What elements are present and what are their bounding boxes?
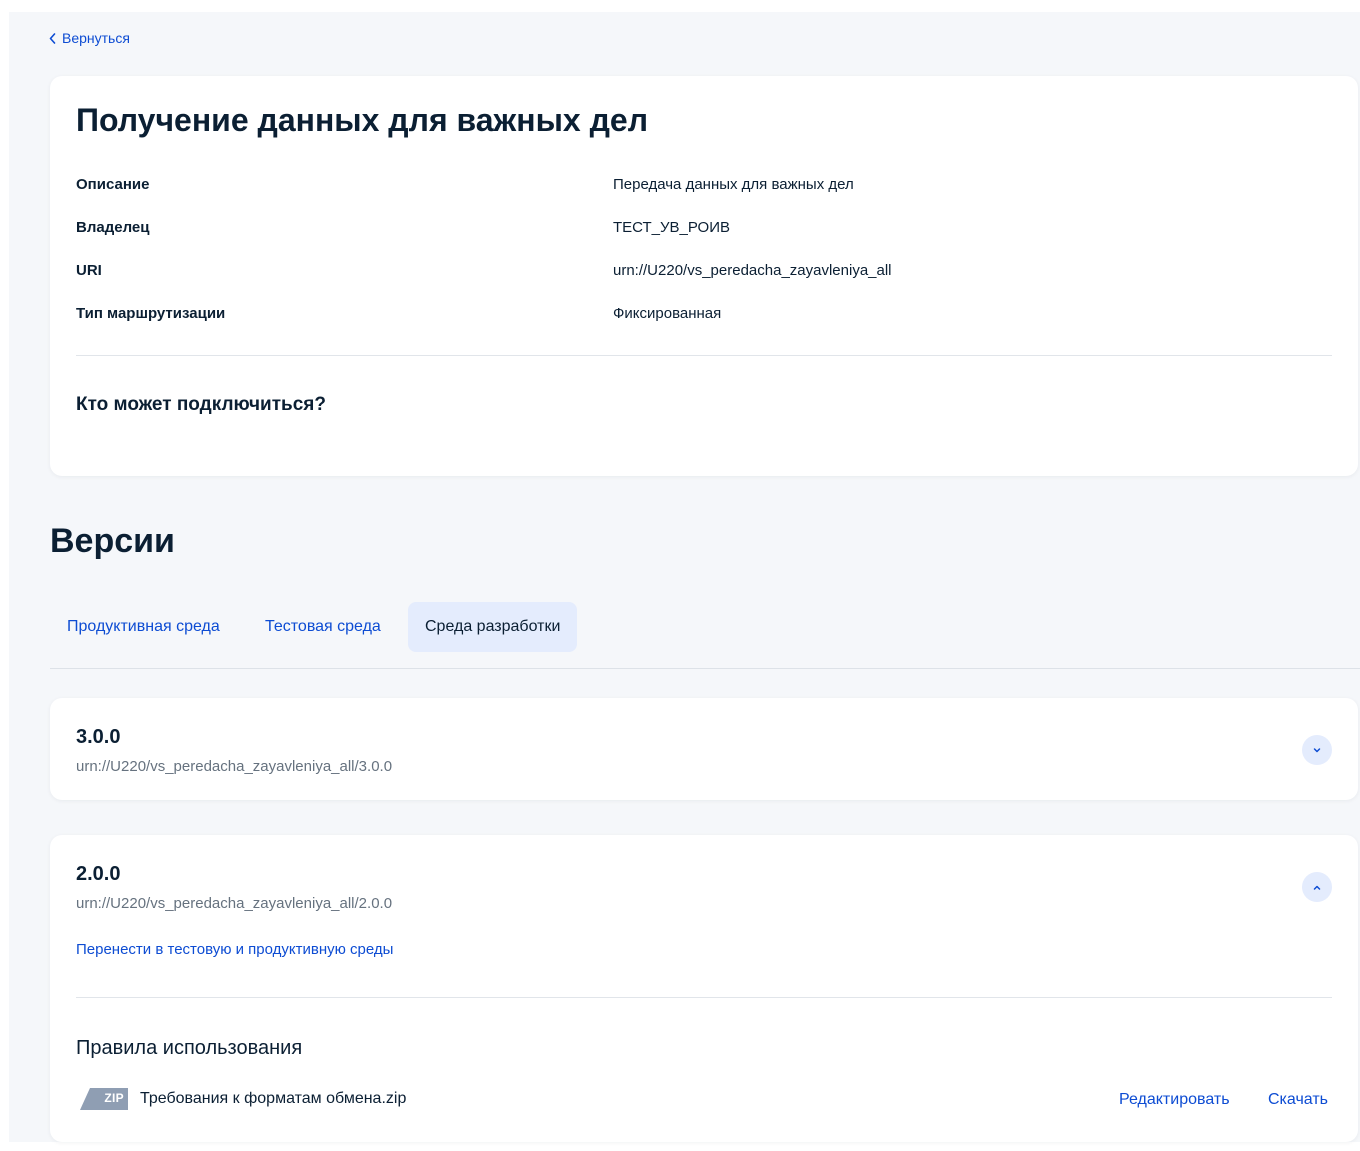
tab-production[interactable]: Продуктивная среда [50, 602, 237, 652]
environment-tabs: Продуктивная среда Тестовая среда Среда … [50, 602, 1360, 669]
info-value: Фиксированная [613, 305, 722, 322]
info-row-description: Описание Передача данных для важных дел [76, 176, 1332, 196]
transfer-to-test-and-production-link[interactable]: Перенести в тестовую и продуктивную сред… [76, 941, 393, 958]
info-label: Тип маршрутизации [76, 305, 226, 322]
file-badge-label: ZIP [104, 1091, 124, 1105]
info-label: URI [76, 262, 102, 279]
info-row-uri: URI urn://U220/vs_peredacha_zayavleniya_… [76, 262, 1332, 282]
info-row-routing-type: Тип маршрутизации Фиксированная [76, 305, 1332, 325]
page: Вернуться Получение данных для важных де… [9, 12, 1360, 1142]
collapse-version-button[interactable] [1302, 872, 1332, 902]
info-label: Описание [76, 176, 150, 193]
version-card: 3.0.0 urn://U220/vs_peredacha_zayavleniy… [50, 698, 1358, 800]
divider [76, 997, 1332, 998]
edit-file-button[interactable]: Редактировать [1119, 1091, 1230, 1109]
versions-title: Версии [50, 522, 175, 560]
version-uri: urn://U220/vs_peredacha_zayavleniya_all/… [76, 758, 393, 775]
download-file-button[interactable]: Скачать [1268, 1091, 1328, 1109]
tab-test[interactable]: Тестовая среда [248, 602, 398, 652]
back-link-label: Вернуться [62, 30, 130, 46]
info-value: ТЕСТ_УВ_РОИВ [613, 219, 731, 236]
version-card: 2.0.0 urn://U220/vs_peredacha_zayavleniy… [50, 835, 1358, 1142]
service-info-card: Получение данных для важных дел Описание… [50, 76, 1358, 476]
info-value: Передача данных для важных дел [613, 176, 854, 193]
file-row: ZIP Требования к форматам обмена.zip Ред… [76, 1087, 1332, 1113]
file-name[interactable]: Требования к форматам обмена.zip [140, 1090, 406, 1108]
who-can-connect-heading: Кто может подключиться? [76, 394, 326, 415]
info-row-owner: Владелец ТЕСТ_УВ_РОИВ [76, 219, 1332, 239]
chevron-left-icon [49, 32, 56, 44]
page-title: Получение данных для важных дел [76, 102, 649, 138]
info-value: urn://U220/vs_peredacha_zayavleniya_all [613, 262, 892, 279]
back-link[interactable]: Вернуться [49, 30, 130, 46]
info-label: Владелец [76, 219, 150, 236]
zip-file-icon: ZIP [80, 1088, 128, 1110]
expand-version-button[interactable] [1302, 735, 1332, 765]
version-number: 2.0.0 [76, 863, 121, 885]
version-number: 3.0.0 [76, 726, 121, 748]
chevron-up-icon [1312, 878, 1322, 896]
version-uri: urn://U220/vs_peredacha_zayavleniya_all/… [76, 895, 393, 912]
chevron-down-icon [1312, 741, 1322, 759]
tab-development[interactable]: Среда разработки [408, 602, 578, 652]
usage-rules-heading: Правила использования [76, 1037, 303, 1059]
divider [76, 355, 1332, 356]
